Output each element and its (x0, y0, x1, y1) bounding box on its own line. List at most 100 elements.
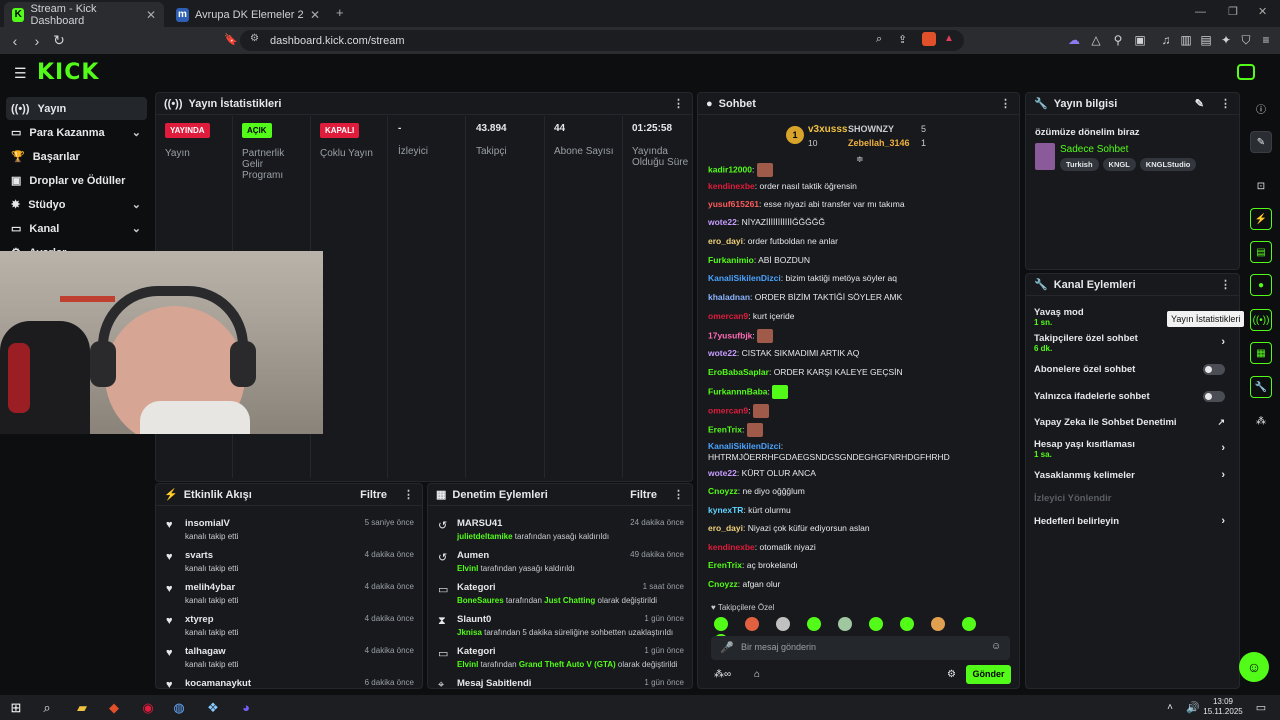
filter-button[interactable]: Filtre (630, 489, 657, 501)
chat-username[interactable]: EroBabaSaplar (708, 367, 769, 377)
mod-item[interactable]: ▭ Kategori Elvinl tarafından Grand Theft … (438, 646, 684, 669)
info-icon[interactable]: ⓘ (1250, 97, 1272, 119)
banned-words-setting[interactable]: Yasaklanmış kelimeler › (1034, 469, 1231, 481)
gifter-name[interactable]: Zebellah_3146 (848, 138, 910, 148)
hamburger-menu-icon[interactable]: ☰ (14, 65, 27, 82)
sidebar-toggle-icon[interactable]: ▥ (1178, 32, 1194, 48)
chat-username[interactable]: khaladnan (708, 292, 750, 302)
chat-username[interactable]: wote22 (708, 217, 737, 227)
mod-actor[interactable]: Elvinl (457, 660, 478, 669)
feed-item[interactable]: ♥ talhagaw kanalı takip etti 4 dakika önc… (166, 646, 414, 669)
chat-message[interactable]: KanaliSikilenDizci: HHTRMJÖERRHFGDAEGSND… (708, 441, 1007, 463)
app-icon[interactable]: ❖ (203, 698, 223, 718)
chat-message[interactable]: kadir12000: (708, 163, 1007, 177)
file-explorer-icon[interactable]: ▰ (72, 698, 92, 718)
chat-username[interactable]: kendinexbe (708, 181, 755, 191)
emote-only-setting[interactable]: Yalnızca ifadelerle sohbet (1034, 391, 1231, 402)
notes-icon[interactable]: ▤ (1250, 241, 1272, 263)
chat-message[interactable]: omercan9: kurt içeride (708, 311, 1007, 322)
kick-logo[interactable]: KICK (37, 60, 99, 85)
chat-message[interactable]: KanaliSikilenDizci: bizim taktiği metöya… (708, 273, 1007, 284)
emote[interactable] (900, 617, 914, 631)
close-icon[interactable]: ✕ (310, 8, 320, 22)
chat-message[interactable]: ero_dayi: Niyazi çok küfür ediyorsun asl… (708, 523, 1007, 534)
chat-message[interactable]: Cnoyzz: afgan olur (708, 579, 1007, 590)
menu-icon[interactable]: ≡ (1258, 32, 1274, 48)
more-options-icon[interactable]: ⋮ (1000, 97, 1011, 110)
extensions-icon[interactable]: ⚲ (1110, 32, 1126, 48)
gifter-name[interactable]: SHOWNZY (848, 124, 894, 134)
more-options-icon[interactable]: ⋮ (673, 488, 684, 501)
tab-kick-dashboard[interactable]: K Stream - Kick Dashboard ✕ (4, 2, 164, 27)
chat-username[interactable]: ErenTrix (708, 424, 742, 434)
tag-chip[interactable]: Turkish (1060, 158, 1099, 171)
user-avatar-icon[interactable] (1237, 64, 1255, 80)
focus-icon[interactable]: ⊡ (1250, 175, 1272, 197)
activity-feed-icon[interactable]: ⚡ (1250, 208, 1272, 230)
chat-username[interactable]: KanaliSikilenDizci (708, 441, 781, 451)
emote[interactable] (745, 617, 759, 631)
category-thumbnail[interactable] (1035, 143, 1055, 170)
chat-username[interactable]: kendinexbe (708, 542, 755, 552)
site-info-icon[interactable]: ⚙ (250, 33, 259, 44)
brave-rewards-icon[interactable]: ▲ (944, 33, 954, 44)
steam-icon[interactable]: ◍ (169, 698, 189, 718)
share-icon[interactable]: ⇪ (898, 33, 907, 46)
more-options-icon[interactable]: ⋮ (1220, 97, 1231, 110)
brave-browser-icon[interactable]: ◆ (104, 698, 124, 718)
close-icon[interactable]: ✕ (146, 8, 156, 22)
filter-button[interactable]: Filtre (360, 489, 387, 501)
emote[interactable] (838, 617, 852, 631)
more-options-icon[interactable]: ⋮ (403, 488, 414, 501)
chat-username[interactable]: Furkanimio (708, 255, 754, 265)
send-button[interactable]: Gönder (966, 665, 1011, 684)
shield-icon[interactable]: ⛉ (1238, 32, 1254, 48)
wallet-card-icon[interactable]: ▤ (1198, 32, 1214, 48)
chat-username[interactable]: ErenTrix (708, 560, 742, 570)
forward-arrow-icon[interactable]: › (26, 33, 48, 49)
chat-message[interactable]: wote22: NİYAZİİİİİİİİİİİĞĞĞĞĞ (708, 217, 1007, 228)
reload-icon[interactable]: ↻ (48, 32, 70, 49)
apps-icon[interactable]: ⁂ (1250, 410, 1272, 432)
window-close-icon[interactable]: ✕ (1258, 5, 1267, 18)
sidebar-item-studyo[interactable]: ✸ Stüdyo ⌄ (6, 193, 147, 216)
chat-username[interactable]: wote22 (708, 468, 737, 478)
chat-username[interactable]: ero_dayi (708, 523, 743, 533)
url-bar[interactable]: ⚙ dashboard.kick.com/stream ⌕ ⇪ ▲ (240, 30, 964, 51)
top-gifter-name[interactable]: v3xusss (808, 124, 847, 135)
chat-message[interactable]: ErenTrix: (708, 423, 1007, 437)
chat-settings-icon[interactable]: ⚙ (947, 669, 956, 680)
chat-message[interactable]: khaladnan: ORDER BİZİM TAKTİĞİ SÖYLER AM… (708, 292, 1007, 303)
sidebar-item-yayin[interactable]: ((•)) Yayın (6, 97, 147, 120)
chat-message[interactable]: ErenTrix: aç brokelandı (708, 560, 1007, 571)
feed-item[interactable]: ♥ insomiaIV kanalı takip etti 5 saniye ön… (166, 518, 414, 541)
tag-chip[interactable]: KNGL (1102, 158, 1136, 171)
chat-message[interactable]: FurkannnBaba: (708, 385, 1007, 399)
stream-stats-icon[interactable]: ((•)) (1250, 309, 1272, 331)
followers-only-setting[interactable]: Takipçilere özel sohbet 6 dk. › (1034, 333, 1231, 353)
emote[interactable] (869, 617, 883, 631)
ai-moderation-setting[interactable]: Yapay Zeka ile Sohbet Denetimi ↗ (1034, 417, 1231, 428)
emote-only-toggle[interactable] (1203, 391, 1225, 402)
new-tab-plus-icon[interactable]: + (336, 5, 344, 20)
chat-message[interactable]: Furkanimio: ABİ BOZDUN (708, 255, 1007, 266)
chat-username[interactable]: kadir12000 (708, 164, 752, 174)
chat-username[interactable]: wote22 (708, 348, 737, 358)
chat-username[interactable]: kynexTR (708, 505, 743, 515)
chat-message[interactable]: ero_dayi: order futboldan ne anlar (708, 236, 1007, 247)
mod-actor[interactable]: julietdeltamike (457, 532, 513, 541)
chat-message[interactable]: Cnoyzz: ne diyo oğğğlum (708, 486, 1007, 497)
chat-message[interactable]: wote22: KÜRT OLUR ANCA (708, 468, 1007, 479)
notification-icon[interactable]: ▭ (1251, 698, 1271, 718)
feed-item[interactable]: ♥ kocamanaykut 6 dakika önce (166, 678, 414, 691)
chat-message[interactable]: omercan9: (708, 404, 1007, 418)
chat-username[interactable]: Cnoyzz (708, 579, 738, 589)
windows-start-icon[interactable]: ⊞ (6, 698, 26, 718)
feed-item[interactable]: ♥ melih4ybar kanalı takip etti 4 dakika ö… (166, 582, 414, 605)
microphone-icon[interactable]: 🎤 (720, 641, 734, 654)
volume-icon[interactable]: 🔊 (1183, 698, 1203, 718)
chat-username[interactable]: omercan9 (708, 405, 748, 415)
mod-actor[interactable]: Jknisa (457, 628, 482, 637)
goals-setting[interactable]: Hedefleri belirleyin › (1034, 515, 1231, 527)
emote[interactable] (962, 617, 976, 631)
